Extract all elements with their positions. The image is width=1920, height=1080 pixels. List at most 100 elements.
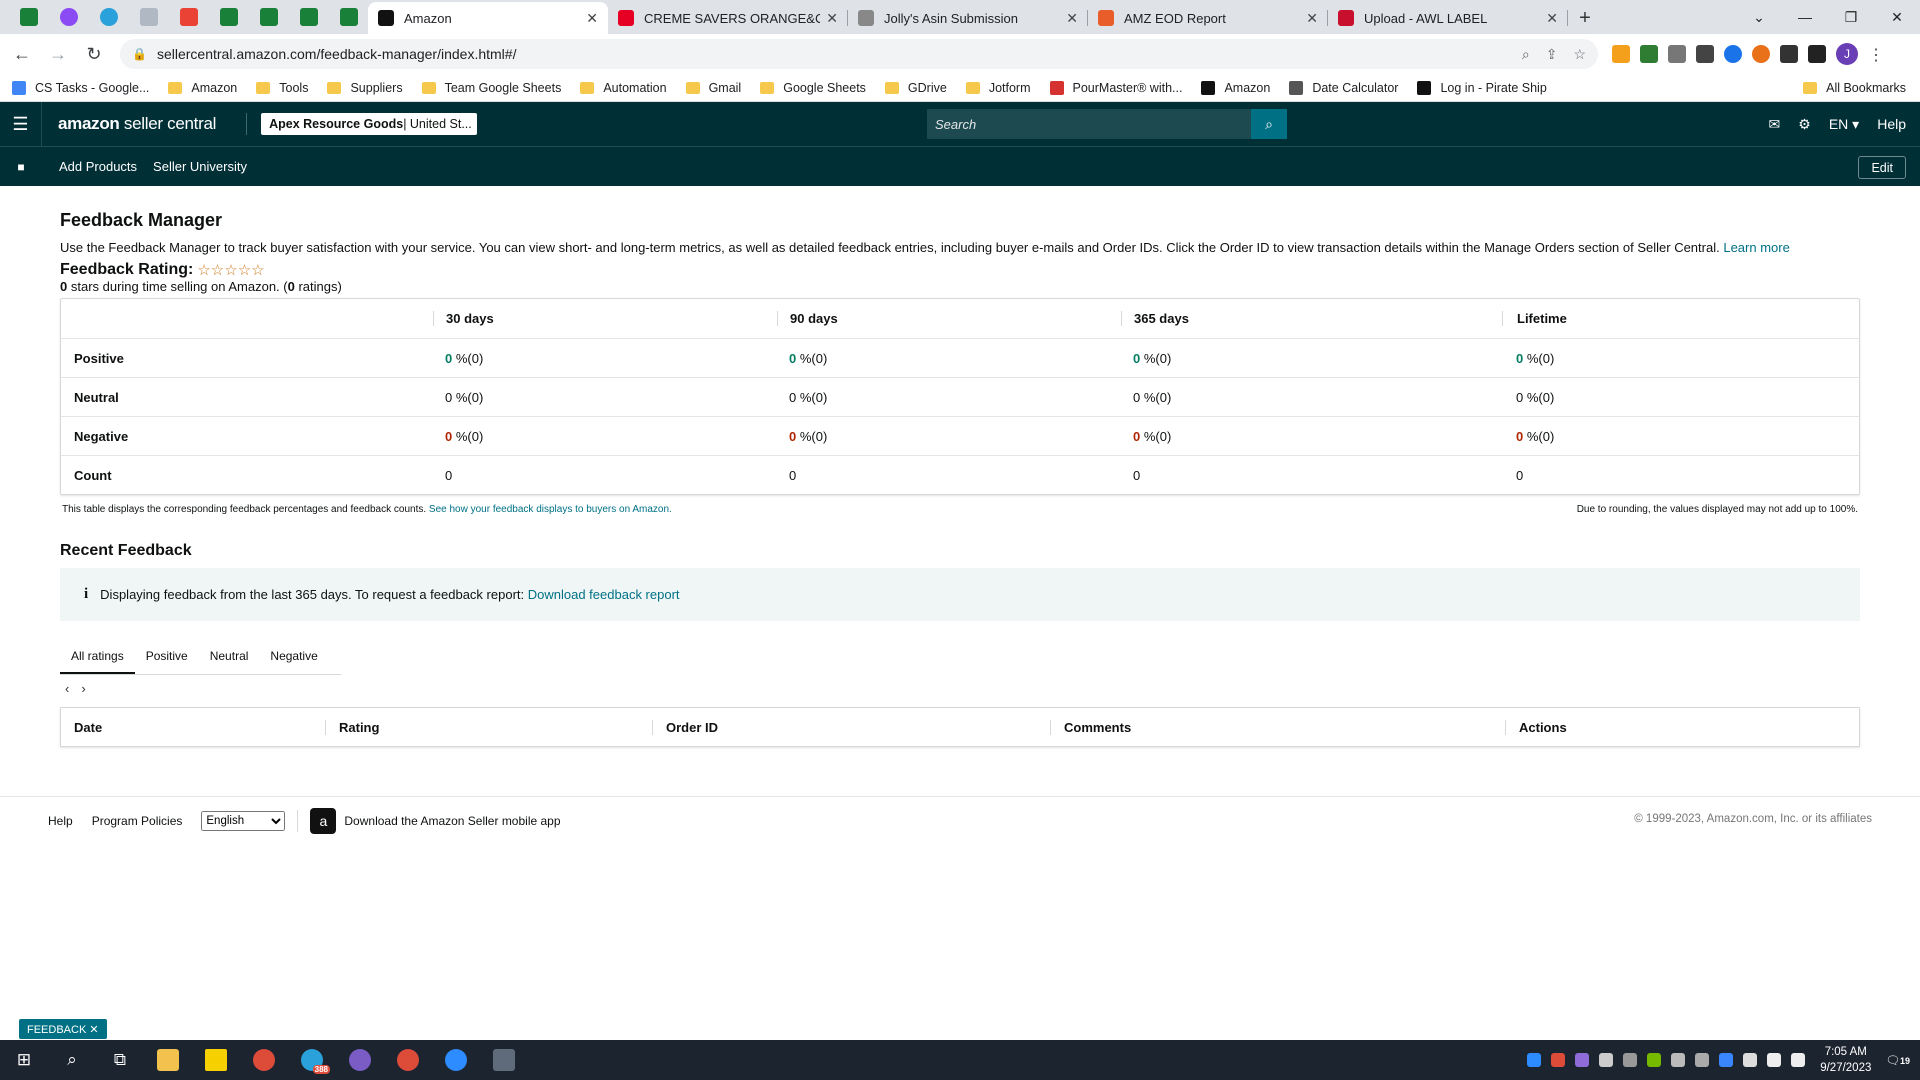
tab-close-icon[interactable]: ✕	[1066, 10, 1078, 27]
next-page-icon[interactable]: ›	[81, 681, 85, 696]
browser-tab[interactable]: Upload - AWL LABEL ✕	[1328, 2, 1568, 34]
bookmark-item[interactable]: PourMaster® with...	[1049, 80, 1182, 95]
browser-tab[interactable]: AMZ EOD Report ✕	[1088, 2, 1328, 34]
tray-cloud-icon[interactable]	[1599, 1053, 1614, 1067]
bookmark-item[interactable]: Amazon	[1201, 80, 1270, 95]
pinned-tab-sheets-icon[interactable]	[10, 0, 48, 34]
search-input[interactable]	[927, 109, 1251, 139]
feedback-column-header[interactable]: Date	[61, 720, 325, 735]
tab-close-icon[interactable]: ✕	[1546, 10, 1558, 27]
close-window-button[interactable]: ✕	[1874, 0, 1920, 34]
bookmark-item[interactable]: GDrive	[884, 81, 947, 95]
settings-gear-icon[interactable]: ⚙	[1798, 116, 1811, 133]
reload-button[interactable]: ↻	[80, 40, 108, 68]
rating-tab[interactable]: All ratings	[60, 641, 135, 674]
new-tab-button[interactable]: +	[1568, 2, 1602, 34]
footer-help-link[interactable]: Help	[48, 814, 73, 828]
tray-display-icon[interactable]	[1695, 1053, 1710, 1067]
bookmark-item[interactable]: Date Calculator	[1289, 80, 1398, 95]
sticky-notes-icon[interactable]	[192, 1040, 240, 1080]
pinned-tab-sheets-icon[interactable]	[250, 0, 288, 34]
pinned-tab-gmail-icon[interactable]	[170, 0, 208, 34]
tray-mic-icon[interactable]	[1671, 1053, 1686, 1067]
tray-app-icon[interactable]	[1623, 1053, 1638, 1067]
forward-button[interactable]: →	[44, 40, 72, 68]
clock[interactable]: 7:05 AM 9/27/2023	[1820, 1044, 1871, 1076]
feedback-display-link[interactable]: See how your feedback displays to buyers…	[429, 504, 672, 515]
file-explorer-icon[interactable]	[144, 1040, 192, 1080]
browser-tab[interactable]: Jolly's Asin Submission ✕	[848, 2, 1088, 34]
extension-blue-icon[interactable]	[1724, 45, 1742, 63]
all-bookmarks[interactable]: All Bookmarks	[1803, 74, 1906, 102]
tray-chrome-icon[interactable]	[1551, 1053, 1566, 1067]
omnibox[interactable]: 🔒 sellercentral.amazon.com/feedback-mana…	[120, 39, 1598, 69]
rating-tab[interactable]: Neutral	[199, 641, 260, 674]
language-selector[interactable]: EN ▾	[1829, 116, 1859, 133]
zoom-app-icon[interactable]	[432, 1040, 480, 1080]
taskbar-search-icon[interactable]: ⌕	[48, 1040, 96, 1080]
chrome-icon[interactable]	[240, 1040, 288, 1080]
side-panel-icon[interactable]	[1808, 45, 1826, 63]
profile-avatar[interactable]: J	[1836, 43, 1858, 65]
pinned-tab-sheets-icon[interactable]	[290, 0, 328, 34]
extensions-puzzle-icon[interactable]	[1780, 45, 1798, 63]
program-policies-link[interactable]: Program Policies	[92, 814, 183, 828]
url-text[interactable]: sellercentral.amazon.com/feedback-manage…	[157, 46, 1506, 62]
amazon-app-icon[interactable]: a	[310, 807, 337, 834]
tab-search-icon[interactable]: ⌄	[1736, 0, 1782, 34]
pinned-tab-messenger-icon[interactable]	[50, 0, 88, 34]
nav-add-products[interactable]: Add Products	[59, 159, 137, 174]
prev-page-icon[interactable]: ‹	[65, 681, 69, 696]
calculator-icon[interactable]	[480, 1040, 528, 1080]
back-button[interactable]: ←	[8, 40, 36, 68]
download-report-link[interactable]: Download feedback report	[528, 587, 680, 602]
feedback-button[interactable]: FEEDBACK ✕	[19, 1019, 107, 1039]
restore-button[interactable]: ❐	[1828, 0, 1874, 34]
seller-central-logo[interactable]: amazon seller central	[58, 114, 216, 134]
search-button[interactable]: ⌕	[1251, 109, 1287, 139]
feedback-column-header[interactable]: Order ID	[652, 719, 1050, 735]
tray-zoom-icon[interactable]	[1527, 1053, 1542, 1067]
bookmark-item[interactable]: Team Google Sheets	[421, 81, 561, 95]
pinned-tab-sheets-icon[interactable]	[330, 0, 368, 34]
help-link[interactable]: Help	[1877, 116, 1906, 132]
bookmark-item[interactable]: Jotform	[965, 81, 1031, 95]
minimize-button[interactable]: —	[1782, 0, 1828, 34]
pinned-tab-chart-icon[interactable]	[130, 0, 168, 34]
extension-off-icon[interactable]	[1668, 45, 1686, 63]
browser-tab[interactable]: CREME SAVERS ORANGE&CREM ✕	[608, 2, 848, 34]
tab-close-icon[interactable]: ✕	[1306, 10, 1318, 27]
pinned-tab-sheets-icon[interactable]	[210, 0, 248, 34]
tab-close-icon[interactable]: ✕	[586, 10, 598, 27]
volume-icon[interactable]	[1791, 1053, 1806, 1067]
tray-keyboard-icon[interactable]	[1743, 1053, 1758, 1067]
bookmark-icon[interactable]: ■	[0, 160, 42, 174]
bookmark-item[interactable]: Tools	[256, 81, 308, 95]
language-select[interactable]: English	[201, 810, 286, 831]
rating-tab[interactable]: Negative	[259, 641, 328, 674]
bookmark-item[interactable]: Gmail	[685, 81, 741, 95]
pinned-tab-telegram-icon[interactable]	[90, 0, 128, 34]
learn-more-link[interactable]: Learn more	[1723, 240, 1789, 255]
extension-arrow-icon[interactable]	[1696, 45, 1714, 63]
edit-nav-button[interactable]: Edit	[1858, 156, 1906, 179]
rating-tab[interactable]: Positive	[135, 641, 199, 674]
extension-js-icon[interactable]	[1612, 45, 1630, 63]
bookmark-item[interactable]: Suppliers	[327, 81, 403, 95]
zoom-icon[interactable]: ⌕	[1522, 46, 1530, 63]
task-view-icon[interactable]: ⧉	[96, 1040, 144, 1080]
tab-close-icon[interactable]: ✕	[826, 10, 838, 27]
browser-menu-icon[interactable]: ⋮	[1868, 45, 1884, 64]
tray-nvidia-icon[interactable]	[1647, 1053, 1662, 1067]
start-windows-icon[interactable]: ⊞	[0, 1040, 48, 1080]
notifications-icon[interactable]: 🗨19	[1885, 1053, 1910, 1067]
chrome-profile-icon[interactable]	[336, 1040, 384, 1080]
telegram-icon[interactable]: 388	[288, 1040, 336, 1080]
extension-orange-icon[interactable]	[1752, 45, 1770, 63]
hamburger-menu-icon[interactable]: ☰	[0, 102, 42, 146]
account-switcher[interactable]: Apex Resource Goods | United St...	[261, 113, 478, 135]
feedback-column-header[interactable]: Actions	[1505, 719, 1859, 735]
bookmark-item[interactable]: Log in - Pirate Ship	[1417, 80, 1547, 95]
share-icon[interactable]: ⇪	[1546, 46, 1558, 63]
bookmark-item[interactable]: Google Sheets	[760, 81, 866, 95]
